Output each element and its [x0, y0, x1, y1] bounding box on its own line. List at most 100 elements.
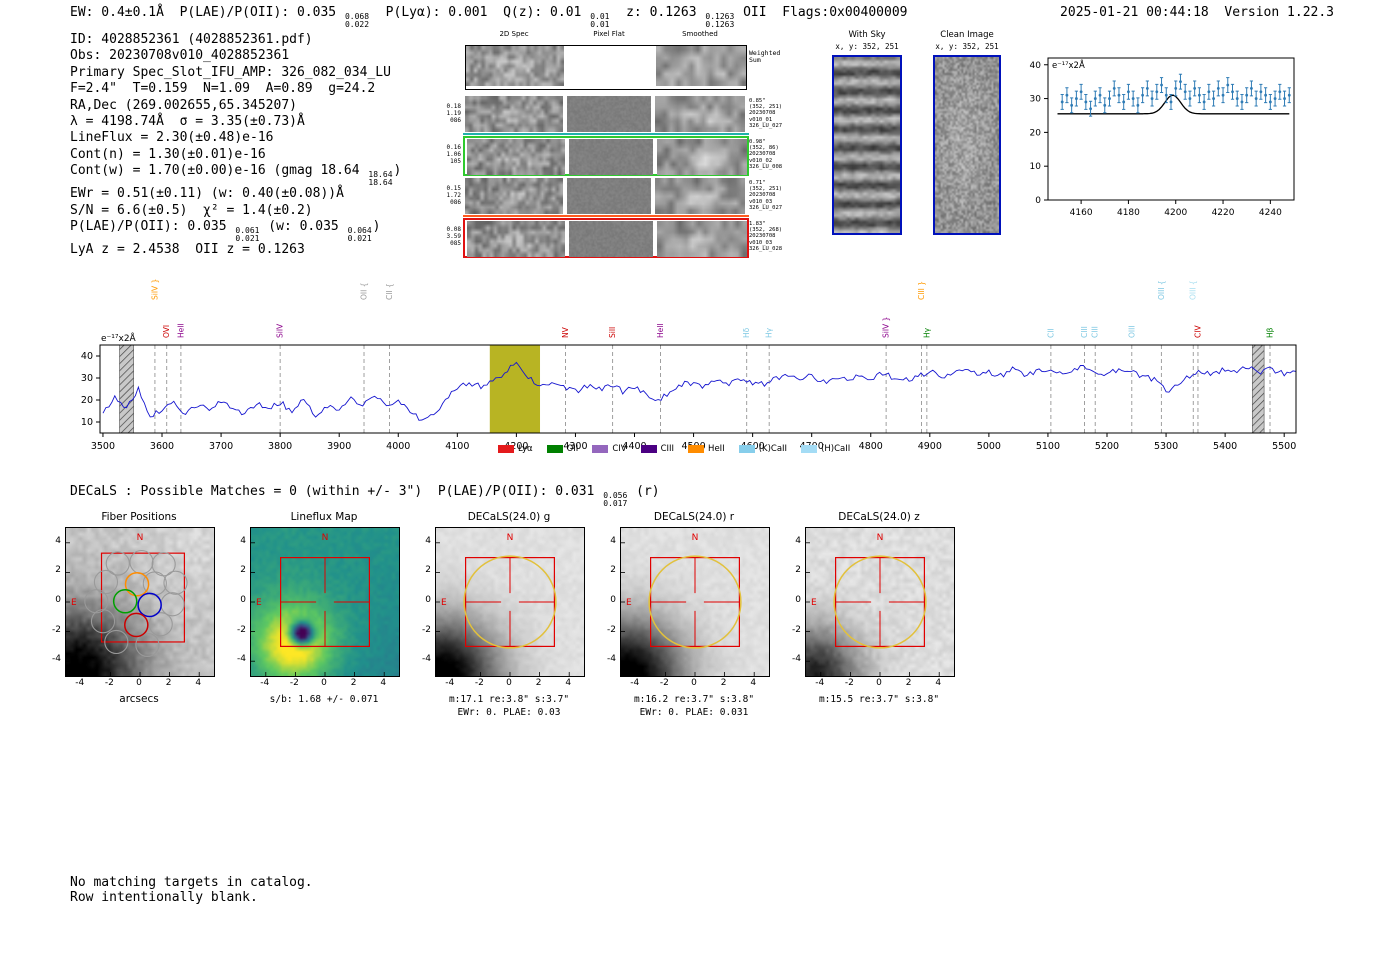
- cutout-title: DECaLS(24.0) z: [838, 511, 920, 523]
- weighted-sum-smoothed-image: [656, 46, 746, 86]
- info-line: S/N = 6.6(±0.5) χ² = 1.4(±0.2): [70, 202, 313, 218]
- fiber-pixel-flat-image: [567, 96, 651, 132]
- cutout-overlay: NE: [621, 533, 755, 676]
- fiber-weight-value: 086: [450, 199, 461, 206]
- legend-item: Lyα: [498, 444, 533, 454]
- fiber-id-line: 326_LU_027: [749, 204, 783, 211]
- spectrum-data-point: [1188, 97, 1192, 100]
- svg-text:10: 10: [81, 417, 93, 428]
- full-spectrum-plot: SiIV } OVI HeII SiIV OII {CII {NV SiII HeII Hδ H…: [81, 279, 1297, 452]
- fiber-weight-value: 1.19: [446, 110, 461, 117]
- flux-units-annotation: e⁻¹⁷x2Å: [101, 332, 137, 344]
- spectral-line-marker-label: NV: [561, 326, 570, 338]
- svg-text:5000: 5000: [977, 441, 1001, 452]
- catalog-footer-note: No matching targets in catalog. Row inten…: [70, 875, 313, 905]
- svg-text:4220: 4220: [1212, 208, 1235, 218]
- summary-header: EW: 0.4±0.1Å P(LAE)/P(OII): 0.035 0.068 0…: [70, 5, 908, 29]
- cutout-plot-area: NE: [435, 527, 585, 677]
- svg-text:5200: 5200: [1095, 441, 1119, 452]
- y-tick-label: 2: [55, 565, 61, 576]
- y-tick-label: 0: [795, 595, 801, 605]
- x-tick-label: 2: [350, 678, 357, 688]
- legend-label: CIV: [612, 444, 627, 454]
- uncertainty-stack: 0.064 0.021: [348, 227, 372, 242]
- fiber-weight-value: 3.59: [446, 233, 461, 240]
- spectrum-data-point: [1122, 100, 1126, 104]
- fiber-weight-value: 0.16: [446, 144, 461, 151]
- x-tick-label: 0: [321, 678, 327, 688]
- x-tick-label: -2: [474, 678, 484, 688]
- info-line: λ = 4198.74Å σ = 3.35(±0.73)Å: [70, 114, 305, 130]
- legend-label: CIII: [660, 444, 675, 454]
- spectrum-data-point: [1145, 87, 1149, 90]
- spectrum-data-point: [1193, 87, 1197, 90]
- report-version: Version 1.22.3: [1224, 5, 1334, 20]
- y-tick-label: -4: [792, 654, 801, 665]
- spectrum-data-point: [1264, 93, 1268, 97]
- fiber-smoothed-image: [655, 96, 745, 132]
- cutout-title: Lineflux Map: [290, 511, 358, 523]
- cutout-plot-area: NE: [620, 527, 770, 677]
- svg-text:4240: 4240: [1259, 208, 1282, 218]
- svg-text:4160: 4160: [1070, 208, 1093, 218]
- legend-swatch: [498, 445, 514, 453]
- cutout-plot-area: NE: [805, 527, 955, 677]
- gaussian-fit-curve: [1057, 94, 1290, 115]
- spectral-line-marker-label: CIII }: [917, 281, 926, 300]
- y-tick-label: 2: [425, 565, 431, 576]
- y-tick-label: 2: [610, 565, 616, 576]
- svg-text:0: 0: [1035, 196, 1041, 206]
- detected-line-band: [489, 345, 541, 433]
- cutout-title: Fiber Positions: [101, 511, 177, 523]
- fiber-pixel-flat-image: [569, 139, 653, 175]
- spectral-line-marker-label: Hγ: [922, 327, 931, 338]
- x-tick-label: -2: [659, 678, 669, 688]
- legend-item: CIII: [640, 444, 675, 454]
- spectrum-data-point: [1070, 103, 1074, 107]
- x-tick-label: 0: [691, 678, 697, 688]
- spec2d-row-left-labels: 0.18 1.19 086: [440, 103, 461, 124]
- spectral-line-marker-label: HeII: [176, 323, 185, 338]
- spectrum-data-point: [1084, 100, 1088, 104]
- legend-label: OII: [566, 444, 579, 454]
- lower-bound: 0.022: [344, 19, 370, 29]
- info-line: P(LAE)/P(OII): 0.035 0.061 0.021 (w: 0.03…: [70, 219, 381, 243]
- spectral-line-marker-label: CIII: [1091, 326, 1100, 338]
- svg-text:4900: 4900: [918, 441, 942, 452]
- spectrum-data-point: [1207, 90, 1211, 94]
- x-tick-label: 0: [876, 678, 882, 688]
- spectrum-data-point: [1160, 83, 1163, 87]
- svg-text:3800: 3800: [268, 441, 292, 452]
- fiber-weight-value: 0.08: [446, 226, 461, 233]
- compass-east-label: E: [626, 598, 632, 608]
- legend-label: (K)CaII: [758, 444, 788, 454]
- spec2d-row-left-labels: 0.08 3.59 085: [440, 226, 461, 247]
- spectrum-data-point: [1287, 93, 1291, 97]
- spectrum-data-point: [1278, 90, 1282, 94]
- cutout-caption: m:16.2 re:3.7" s:3.8": [633, 694, 755, 705]
- svg-text:3700: 3700: [209, 441, 233, 452]
- cutout-overlay: NE: [806, 533, 940, 676]
- spectral-line-marker-label: Hγ: [765, 327, 774, 338]
- spectral-line-marker-label: Hδ: [742, 327, 751, 338]
- lower-bound: 0.017: [603, 498, 628, 508]
- spectral-line-marker-label: Hβ: [1266, 327, 1275, 338]
- spectral-line-marker-label: SiIV }: [150, 279, 159, 300]
- compass-north-label: N: [507, 533, 514, 543]
- spectral-line-marker-label: OII {: [360, 283, 369, 300]
- fiber-circle: [129, 549, 154, 575]
- spectrum-data-point: [1174, 87, 1178, 90]
- spectrum-data-point: [1136, 103, 1140, 107]
- fiber-pixel-flat-image: [567, 178, 651, 214]
- cutout-title: DECaLS(24.0) g: [467, 511, 551, 523]
- y-tick-label: -4: [237, 654, 246, 665]
- fiber-circle: [160, 592, 185, 617]
- spectrum-data-point: [1079, 90, 1083, 94]
- spectrum-data-point: [1093, 97, 1097, 100]
- x-tick-label: 4: [195, 678, 202, 688]
- svg-text:20: 20: [81, 395, 93, 406]
- fiber-weight-value: 1.72: [446, 192, 461, 199]
- svg-text:5300: 5300: [1154, 441, 1178, 452]
- y-tick-label: -4: [52, 654, 61, 665]
- legend-swatch: [592, 445, 609, 453]
